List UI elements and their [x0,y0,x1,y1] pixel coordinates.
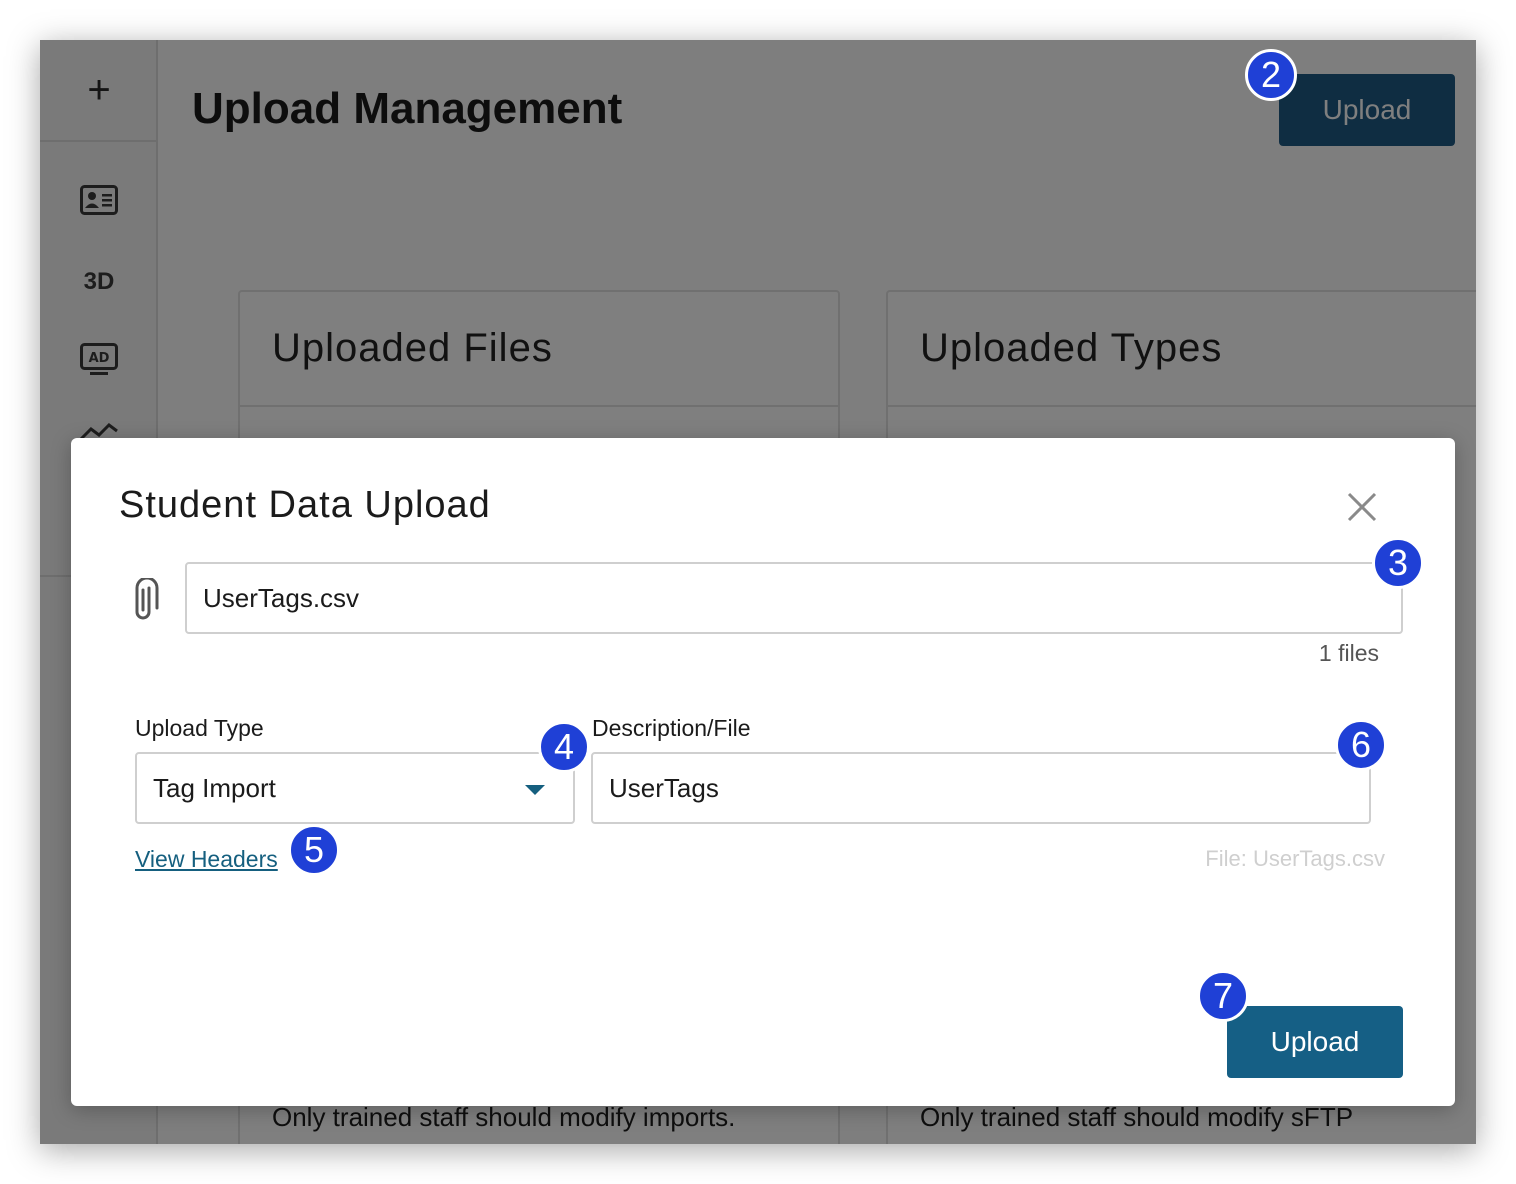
upload-type-select[interactable]: Tag Import [135,752,575,824]
modal-title: Student Data Upload [119,484,491,526]
view-headers-link[interactable]: View Headers [135,846,278,873]
description-label: Description/File [592,715,751,741]
description-input[interactable]: UserTags [591,752,1371,824]
file-input[interactable]: UserTags.csv [185,562,1403,634]
paperclip-icon[interactable] [129,576,159,624]
callout-badge: 2 [1245,49,1297,101]
file-count: 1 files [1318,640,1379,666]
student-data-upload-modal: Student Data Upload UserTags.csv 1 files… [71,438,1455,1106]
upload-type-value: Tag Import [153,772,276,803]
close-icon[interactable] [1341,486,1383,528]
chevron-down-icon [525,785,545,795]
callout-badge: 5 [288,824,340,876]
callout-badge: 3 [1372,537,1424,589]
upload-type-label: Upload Type [135,715,264,741]
callout-badge: 7 [1197,970,1249,1022]
callout-badge: 4 [538,721,590,773]
file-hint: File: UserTags.csv [1205,846,1385,871]
callout-badge: 6 [1335,719,1387,771]
modal-upload-button[interactable]: Upload [1227,1006,1403,1078]
